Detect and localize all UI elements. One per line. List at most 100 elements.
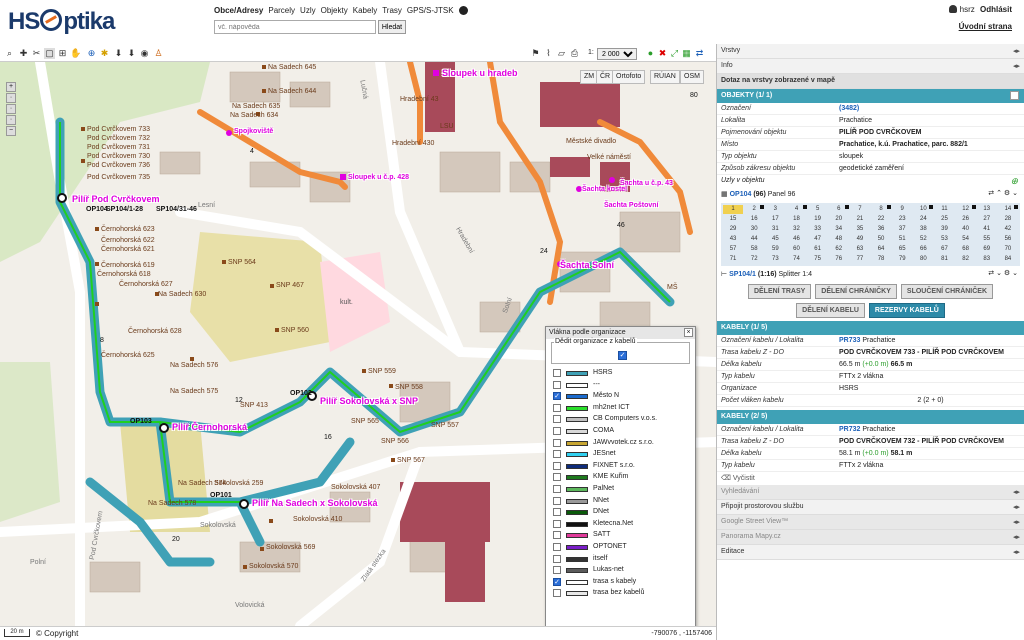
panel-port[interactable]: 11 [934,205,954,214]
panel-port[interactable]: 55 [977,235,997,244]
panel-port[interactable]: 71 [723,255,743,264]
panel-port[interactable]: 79 [892,255,912,264]
panel-port[interactable]: 47 [808,235,828,244]
panel-port[interactable]: 84 [998,255,1018,264]
panel-port[interactable]: 6 [829,205,849,214]
zoom-search-icon[interactable]: ⌕ [4,48,15,59]
panel-port[interactable]: 62 [829,245,849,254]
panel-port[interactable]: 57 [723,245,743,254]
address-label[interactable]: Černohorská 621 [101,246,155,253]
address-label[interactable]: Sokolovská 407 [331,484,380,491]
org-checkbox[interactable] [553,589,561,598]
address-label[interactable]: Černohorská 618 [97,271,151,278]
panel-port[interactable]: 82 [956,255,976,264]
org-row[interactable]: COMA [546,426,695,438]
address-label[interactable]: Městské divadlo [566,138,616,145]
copyright[interactable]: © Copyright [36,629,78,638]
scale-select[interactable]: 2 000 [597,48,637,60]
org-checkbox[interactable] [553,473,561,482]
select-icon[interactable]: ▢ [44,48,55,59]
org-checkbox[interactable] [553,415,561,424]
accordion-spatial-service[interactable]: Připojit prostorovou službu ◂▸ [717,500,1024,515]
org-checkbox[interactable]: ✓ [553,392,561,401]
address-label[interactable]: Černohorská 622 [101,237,155,244]
org-checkbox[interactable] [553,484,561,493]
panel-port[interactable]: 27 [977,215,997,224]
org-row[interactable]: HSRS [546,368,695,380]
org-row[interactable]: FIXNET s.r.o. [546,461,695,473]
blue-plus-icon[interactable]: ⊕ [86,48,97,59]
panel-port[interactable]: 35 [850,225,870,234]
panel-port[interactable]: 66 [913,245,933,254]
org-row[interactable]: JAWvvotek.cz s.r.o. [546,438,695,450]
panel-port[interactable]: 5 [808,205,828,214]
grid-icon[interactable]: ▦ [681,48,692,59]
accordion-vrstvy[interactable]: Vrstvy ◂▸ [717,44,1024,59]
panel-port[interactable]: 28 [998,215,1018,224]
org-checkbox[interactable] [553,542,561,551]
panel-port[interactable]: 9 [892,205,912,214]
address-label[interactable]: SNP 558 [395,384,423,391]
zoom-in-button[interactable]: + [6,82,16,92]
arrows-icon[interactable]: ⇄ [694,48,705,59]
org-checkbox[interactable] [553,426,561,435]
panel-tools-icon[interactable]: ⇄ ⌃ ⚙ ⌄ [988,189,1018,197]
org-row[interactable]: SATT [546,530,695,542]
address-label[interactable]: SNP 567 [397,457,425,464]
address-label[interactable]: Na Sadech 635 [232,103,280,110]
gear-icon[interactable]: ✱ [99,48,110,59]
add-node-icon[interactable]: ⊕ [1010,176,1018,187]
panel-port[interactable]: 80 [913,255,933,264]
org-checkbox[interactable] [553,508,561,517]
panel-port[interactable]: 20 [829,215,849,224]
org-checkbox[interactable] [553,450,561,459]
address-label[interactable]: Velké náměstí [587,154,631,161]
accordion-panorama[interactable]: Panorama Mapy.cz ◂▸ [717,530,1024,545]
area-icon[interactable]: ▱ [556,48,567,59]
address-label[interactable]: Černohorská 625 [101,352,155,359]
address-label[interactable]: Na Sadech 644 [268,88,316,95]
org-checkbox[interactable] [553,519,561,528]
address-label[interactable]: Hradební 43 [400,96,439,103]
split-duct-button[interactable]: DĚLENÍ CHRÁNIČKY [815,284,897,299]
panel-port[interactable]: 24 [913,215,933,224]
panel-port[interactable]: 51 [892,235,912,244]
cable-id-link[interactable]: PR733 [839,337,860,344]
globe-icon[interactable]: ◉ [139,48,150,59]
org-row[interactable]: PalNet [546,484,695,496]
object-id-value[interactable]: (3482) [837,103,1024,114]
panel-port[interactable]: 52 [913,235,933,244]
address-label[interactable]: Pod Cvrčkovem 733 [87,126,150,133]
org-row[interactable]: --- [546,380,695,392]
nav-obce-adresy[interactable]: Obce/Adresy [214,6,263,15]
panel-port[interactable]: 10 [913,205,934,214]
org-checkbox[interactable] [553,438,561,447]
panel-port[interactable]: 53 [934,235,954,244]
address-label[interactable]: Sokolovská 259 [214,480,263,487]
panel-port[interactable]: 67 [934,245,954,254]
address-label[interactable]: SNP 559 [368,368,396,375]
panel-port[interactable]: 14 [998,205,1019,214]
site-label[interactable]: Šachta Solní [560,260,614,270]
org-row[interactable]: mh2net ICT [546,403,695,415]
export-icon[interactable] [1010,91,1019,100]
org-row[interactable]: OPTONET [546,542,695,554]
org-row[interactable]: Lukas-net [546,565,695,577]
panel-port[interactable]: 30 [744,225,764,234]
measure-icon[interactable]: ⌇ [543,48,554,59]
node-label[interactable]: OP102 [290,390,312,397]
site-label[interactable]: Sloupek u č.p. 428 [348,174,409,181]
panel-port[interactable]: 46 [786,235,806,244]
org-checkbox[interactable] [553,403,561,412]
org-checkbox[interactable] [553,496,561,505]
address-label[interactable]: Na Sadech 630 [158,291,206,298]
panel-port[interactable]: 7 [850,205,870,214]
panel-port[interactable]: 17 [765,215,785,224]
panel-port[interactable]: 61 [808,245,828,254]
node-label[interactable]: OP101 [210,492,232,499]
address-label[interactable]: Sokolovská 570 [249,563,298,570]
address-label[interactable]: Černohorská 627 [119,281,173,288]
expand-icon[interactable]: ◂▸ [1013,503,1020,511]
search-input[interactable] [214,20,376,34]
panel-port[interactable]: 41 [977,225,997,234]
